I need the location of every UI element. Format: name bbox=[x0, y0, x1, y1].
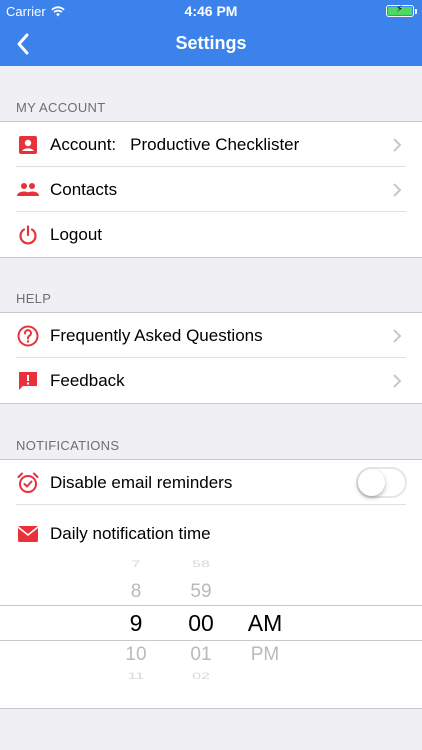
time-picker[interactable]: 7 8 9 10 11 58 59 00 01 02 AM PM bbox=[0, 556, 422, 708]
logout-label: Logout bbox=[50, 224, 102, 244]
account-card-icon bbox=[16, 133, 40, 157]
section-header-help: HELP bbox=[16, 291, 52, 306]
toggle-knob bbox=[358, 469, 385, 496]
alarm-clock-icon bbox=[16, 471, 40, 495]
section-header-my-account: MY ACCOUNT bbox=[16, 100, 106, 115]
faq-label: Frequently Asked Questions bbox=[50, 325, 263, 345]
minute-option[interactable]: 59 bbox=[171, 581, 231, 603]
account-row[interactable]: Account: Productive Checklister bbox=[0, 122, 422, 167]
power-icon bbox=[16, 223, 40, 247]
question-circle-icon bbox=[16, 324, 40, 348]
hour-option[interactable]: 11 bbox=[106, 672, 166, 682]
minute-wheel[interactable]: 58 59 00 01 02 bbox=[171, 556, 231, 708]
page-title: Settings bbox=[175, 33, 247, 53]
contacts-group-icon bbox=[16, 178, 40, 202]
chevron-right-icon bbox=[393, 374, 402, 388]
disable-email-label: Disable email reminders bbox=[50, 472, 233, 492]
feedback-row[interactable]: Feedback bbox=[0, 358, 422, 403]
minute-option-selected[interactable]: 00 bbox=[171, 610, 231, 637]
minute-option[interactable]: 02 bbox=[171, 672, 231, 682]
period-option[interactable]: PM bbox=[235, 644, 295, 666]
battery-icon: ⚡ bbox=[386, 4, 417, 17]
account-label: Account: bbox=[50, 134, 117, 154]
feedback-label: Feedback bbox=[50, 370, 125, 390]
minute-option[interactable]: 58 bbox=[171, 560, 231, 570]
hour-option-selected[interactable]: 9 bbox=[106, 610, 166, 637]
feedback-bubble-icon bbox=[16, 369, 40, 393]
navigation-bar: Settings bbox=[0, 22, 422, 66]
period-wheel[interactable]: AM PM bbox=[235, 556, 295, 708]
envelope-icon bbox=[16, 522, 40, 546]
hour-option[interactable]: 7 bbox=[106, 560, 166, 570]
status-bar: Carrier 4:46 PM ⚡ bbox=[0, 0, 422, 22]
minute-option[interactable]: 01 bbox=[171, 644, 231, 666]
account-group: Account: Productive Checklister Contacts… bbox=[0, 121, 422, 258]
hour-option[interactable]: 8 bbox=[106, 581, 166, 603]
account-value: Productive Checklister bbox=[130, 134, 300, 154]
period-option-selected[interactable]: AM bbox=[235, 610, 295, 637]
section-header-notifications: NOTIFICATIONS bbox=[16, 438, 120, 453]
faq-row[interactable]: Frequently Asked Questions bbox=[0, 313, 422, 358]
daily-time-label: Daily notification time bbox=[50, 524, 211, 543]
chevron-right-icon bbox=[393, 183, 402, 197]
status-time: 4:46 PM bbox=[184, 3, 238, 19]
hour-wheel[interactable]: 7 8 9 10 11 bbox=[106, 556, 166, 708]
disable-email-row: Disable email reminders bbox=[0, 460, 422, 505]
charging-bolt-icon: ⚡ bbox=[396, 4, 404, 15]
logout-row[interactable]: Logout bbox=[0, 212, 422, 257]
disable-email-toggle[interactable] bbox=[356, 467, 407, 498]
chevron-right-icon bbox=[393, 329, 402, 343]
chevron-right-icon bbox=[393, 138, 402, 152]
contacts-label: Contacts bbox=[50, 179, 118, 199]
help-group: Frequently Asked Questions Feedback bbox=[0, 312, 422, 404]
hour-option[interactable]: 10 bbox=[106, 644, 166, 666]
contacts-row[interactable]: Contacts bbox=[0, 167, 422, 212]
daily-time-row: Daily notification time bbox=[0, 505, 422, 563]
